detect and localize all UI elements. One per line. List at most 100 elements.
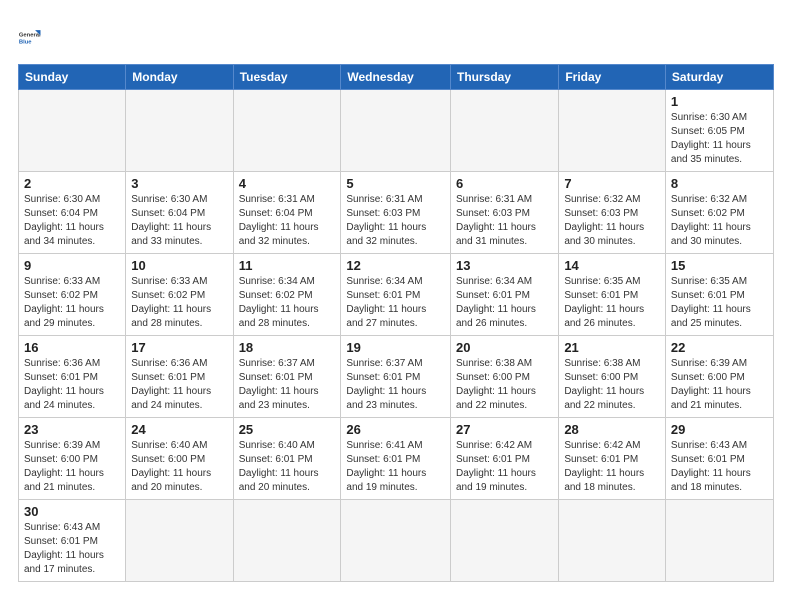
day-number: 27 <box>456 422 553 437</box>
calendar-cell <box>126 90 233 172</box>
weekday-header-friday: Friday <box>559 65 666 90</box>
day-number: 20 <box>456 340 553 355</box>
calendar-cell: 27 Sunrise: 6:42 AM Sunset: 6:01 PM Dayli… <box>450 418 558 500</box>
day-number: 29 <box>671 422 768 437</box>
svg-text:General: General <box>19 32 41 38</box>
calendar-cell: 11 Sunrise: 6:34 AM Sunset: 6:02 PM Dayli… <box>233 254 341 336</box>
day-number: 30 <box>24 504 120 519</box>
day-info: Sunrise: 6:34 AM Sunset: 6:02 PM Dayligh… <box>239 275 336 331</box>
calendar-cell <box>450 90 558 172</box>
day-number: 16 <box>24 340 120 355</box>
calendar-cell <box>233 90 341 172</box>
day-info: Sunrise: 6:42 AM Sunset: 6:01 PM Dayligh… <box>564 439 660 495</box>
day-info: Sunrise: 6:39 AM Sunset: 6:00 PM Dayligh… <box>24 439 120 495</box>
calendar-cell: 4 Sunrise: 6:31 AM Sunset: 6:04 PM Daylig… <box>233 172 341 254</box>
calendar-cell: 30 Sunrise: 6:43 AM Sunset: 6:01 PM Dayli… <box>19 500 126 582</box>
calendar-cell <box>559 500 666 582</box>
day-info: Sunrise: 6:36 AM Sunset: 6:01 PM Dayligh… <box>24 357 120 413</box>
calendar-cell: 28 Sunrise: 6:42 AM Sunset: 6:01 PM Dayli… <box>559 418 666 500</box>
calendar-cell: 1 Sunrise: 6:30 AM Sunset: 6:05 PM Daylig… <box>665 90 773 172</box>
day-info: Sunrise: 6:38 AM Sunset: 6:00 PM Dayligh… <box>564 357 660 413</box>
calendar-cell: 7Sunrise: 6:32 AM Sunset: 6:03 PM Daylig… <box>559 172 666 254</box>
day-number: 26 <box>346 422 445 437</box>
weekday-header-wednesday: Wednesday <box>341 65 451 90</box>
day-number: 15 <box>671 258 768 273</box>
calendar-cell <box>19 90 126 172</box>
day-number: 7 <box>564 176 660 191</box>
calendar-week-2: 9Sunrise: 6:33 AM Sunset: 6:02 PM Daylig… <box>19 254 774 336</box>
calendar-cell: 16 Sunrise: 6:36 AM Sunset: 6:01 PM Dayli… <box>19 336 126 418</box>
calendar-table: SundayMondayTuesdayWednesdayThursdayFrid… <box>18 64 774 582</box>
calendar-cell <box>233 500 341 582</box>
calendar-cell: 12Sunrise: 6:34 AM Sunset: 6:01 PM Dayli… <box>341 254 451 336</box>
calendar-cell: 17 Sunrise: 6:36 AM Sunset: 6:01 PM Dayli… <box>126 336 233 418</box>
calendar-week-5: 30 Sunrise: 6:43 AM Sunset: 6:01 PM Dayli… <box>19 500 774 582</box>
day-info: Sunrise: 6:31 AM Sunset: 6:04 PM Dayligh… <box>239 193 336 249</box>
day-number: 3 <box>131 176 227 191</box>
calendar-cell: 25 Sunrise: 6:40 AM Sunset: 6:01 PM Dayli… <box>233 418 341 500</box>
calendar-week-1: 2 Sunrise: 6:30 AM Sunset: 6:04 PM Daylig… <box>19 172 774 254</box>
day-info: Sunrise: 6:36 AM Sunset: 6:01 PM Dayligh… <box>131 357 227 413</box>
day-info: Sunrise: 6:34 AM Sunset: 6:01 PM Dayligh… <box>456 275 553 331</box>
weekday-header-sunday: Sunday <box>19 65 126 90</box>
day-number: 6 <box>456 176 553 191</box>
calendar-cell: 15Sunrise: 6:35 AM Sunset: 6:01 PM Dayli… <box>665 254 773 336</box>
calendar-cell: 3Sunrise: 6:30 AM Sunset: 6:04 PM Daylig… <box>126 172 233 254</box>
day-info: Sunrise: 6:37 AM Sunset: 6:01 PM Dayligh… <box>346 357 445 413</box>
day-number: 4 <box>239 176 336 191</box>
day-number: 10 <box>131 258 227 273</box>
weekday-header-row: SundayMondayTuesdayWednesdayThursdayFrid… <box>19 65 774 90</box>
logo-icon: General Blue <box>18 18 54 54</box>
weekday-header-saturday: Saturday <box>665 65 773 90</box>
day-number: 23 <box>24 422 120 437</box>
day-number: 1 <box>671 94 768 109</box>
day-info: Sunrise: 6:38 AM Sunset: 6:00 PM Dayligh… <box>456 357 553 413</box>
day-number: 21 <box>564 340 660 355</box>
calendar-week-0: 1 Sunrise: 6:30 AM Sunset: 6:05 PM Daylig… <box>19 90 774 172</box>
day-info: Sunrise: 6:42 AM Sunset: 6:01 PM Dayligh… <box>456 439 553 495</box>
calendar-cell: 10 Sunrise: 6:33 AM Sunset: 6:02 PM Dayli… <box>126 254 233 336</box>
day-number: 8 <box>671 176 768 191</box>
day-info: Sunrise: 6:30 AM Sunset: 6:04 PM Dayligh… <box>24 193 120 249</box>
day-number: 5 <box>346 176 445 191</box>
page: General Blue SundayMondayTuesdayWednesda… <box>0 0 792 592</box>
weekday-header-monday: Monday <box>126 65 233 90</box>
calendar-cell: 9Sunrise: 6:33 AM Sunset: 6:02 PM Daylig… <box>19 254 126 336</box>
day-info: Sunrise: 6:30 AM Sunset: 6:05 PM Dayligh… <box>671 111 768 167</box>
day-info: Sunrise: 6:40 AM Sunset: 6:01 PM Dayligh… <box>239 439 336 495</box>
day-info: Sunrise: 6:41 AM Sunset: 6:01 PM Dayligh… <box>346 439 445 495</box>
calendar-cell: 2 Sunrise: 6:30 AM Sunset: 6:04 PM Daylig… <box>19 172 126 254</box>
day-number: 17 <box>131 340 227 355</box>
day-number: 22 <box>671 340 768 355</box>
day-number: 18 <box>239 340 336 355</box>
calendar-cell: 26 Sunrise: 6:41 AM Sunset: 6:01 PM Dayli… <box>341 418 451 500</box>
calendar-cell: 24Sunrise: 6:40 AM Sunset: 6:00 PM Dayli… <box>126 418 233 500</box>
day-number: 19 <box>346 340 445 355</box>
day-info: Sunrise: 6:35 AM Sunset: 6:01 PM Dayligh… <box>564 275 660 331</box>
day-number: 11 <box>239 258 336 273</box>
day-info: Sunrise: 6:33 AM Sunset: 6:02 PM Dayligh… <box>24 275 120 331</box>
logo: General Blue <box>18 18 54 54</box>
calendar-cell: 21 Sunrise: 6:38 AM Sunset: 6:00 PM Dayli… <box>559 336 666 418</box>
calendar-cell <box>559 90 666 172</box>
calendar-cell: 19 Sunrise: 6:37 AM Sunset: 6:01 PM Dayli… <box>341 336 451 418</box>
calendar-cell: 22Sunrise: 6:39 AM Sunset: 6:00 PM Dayli… <box>665 336 773 418</box>
day-info: Sunrise: 6:33 AM Sunset: 6:02 PM Dayligh… <box>131 275 227 331</box>
day-info: Sunrise: 6:31 AM Sunset: 6:03 PM Dayligh… <box>346 193 445 249</box>
day-number: 28 <box>564 422 660 437</box>
day-number: 13 <box>456 258 553 273</box>
day-number: 25 <box>239 422 336 437</box>
calendar-week-3: 16 Sunrise: 6:36 AM Sunset: 6:01 PM Dayli… <box>19 336 774 418</box>
calendar-cell <box>665 500 773 582</box>
day-info: Sunrise: 6:40 AM Sunset: 6:00 PM Dayligh… <box>131 439 227 495</box>
day-number: 2 <box>24 176 120 191</box>
calendar-cell: 8Sunrise: 6:32 AM Sunset: 6:02 PM Daylig… <box>665 172 773 254</box>
day-number: 14 <box>564 258 660 273</box>
day-info: Sunrise: 6:31 AM Sunset: 6:03 PM Dayligh… <box>456 193 553 249</box>
day-info: Sunrise: 6:34 AM Sunset: 6:01 PM Dayligh… <box>346 275 445 331</box>
header: General Blue <box>18 18 774 54</box>
day-info: Sunrise: 6:43 AM Sunset: 6:01 PM Dayligh… <box>24 521 120 577</box>
calendar-week-4: 23 Sunrise: 6:39 AM Sunset: 6:00 PM Dayli… <box>19 418 774 500</box>
weekday-header-tuesday: Tuesday <box>233 65 341 90</box>
weekday-header-thursday: Thursday <box>450 65 558 90</box>
